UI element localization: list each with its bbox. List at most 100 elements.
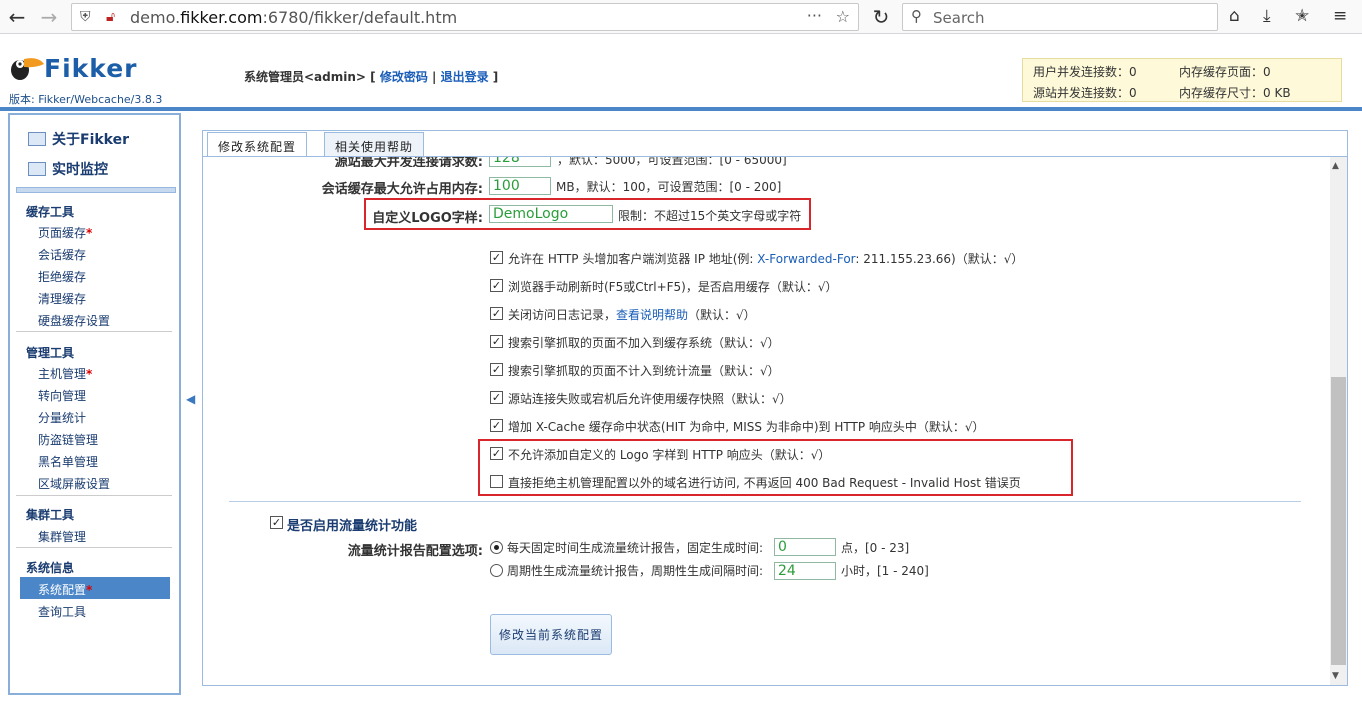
sidebar-item-host-mgmt[interactable]: 主机管理* — [38, 365, 92, 382]
sidebar-item-redirect[interactable]: 转向管理 — [38, 387, 86, 404]
origin-max-conn-hint: ，默认：5000，可设置范围：[0 - 65000] — [557, 157, 787, 167]
section-system-info: 系统信息 — [26, 561, 75, 575]
insecure-lock-icon[interactable]: 🔓︎ — [106, 9, 115, 25]
sidebar-item-region[interactable]: 区域屏蔽设置 — [38, 475, 110, 492]
sidebar: 关于Fikker 实时监控 缓存工具 页面缓存* 会话缓存 拒绝缓存 清理缓存 … — [8, 113, 181, 695]
home-icon[interactable]: ⌂ — [1229, 6, 1240, 26]
logo-text: Fikker — [44, 54, 138, 83]
checkbox-client-ip[interactable]: ✓ — [490, 251, 503, 264]
sidebar-separator — [16, 495, 172, 496]
session-mem-label: 会话缓存最大允许占用内存: — [321, 182, 483, 197]
sidebar-item-reject-cache[interactable]: 拒绝缓存 — [38, 268, 86, 285]
periodic-interval-hint: 小时，[1 - 240] — [841, 564, 929, 578]
traffic-stats-label: 是否启用流量统计功能 — [287, 519, 418, 534]
sidebar-item-label: 关于Fikker — [52, 132, 130, 148]
daily-hour-input[interactable]: 0 — [774, 538, 836, 556]
mem-pages-stat: 内存缓存页面：0 — [1179, 65, 1271, 79]
periodic-report-text: 周期性生成流量统计报告，周期性生成间隔时间: — [507, 564, 764, 578]
collapse-sidebar-icon[interactable]: ◀ — [186, 392, 195, 406]
sidebar-item-clear-cache[interactable]: 清理缓存 — [38, 290, 86, 307]
sidebar-item-monitor[interactable]: 实时监控 — [28, 159, 108, 179]
change-password-link[interactable]: 修改密码 — [380, 70, 428, 84]
scroll-down-icon[interactable]: ▼ — [1332, 671, 1339, 681]
logout-link[interactable]: 退出登录 — [441, 70, 489, 84]
section-admin-tools: 管理工具 — [26, 346, 75, 360]
checkbox-reject-unknown-host[interactable] — [490, 475, 503, 488]
admin-bar: 系统管理员<admin> [ 修改密码 | 退出登录 ] — [244, 68, 498, 85]
url-text: demo.fikker.com:6780/fikker/default.htm — [130, 8, 458, 27]
user-conn-stat: 用户并发连接数：0 — [1033, 65, 1137, 79]
check-label-spider-no-cache: 搜索引擎抓取的页面不加入到缓存系统（默认：√） — [508, 336, 780, 350]
sidebar-item-system-config[interactable]: 系统配置* — [38, 581, 92, 598]
library-icon[interactable]: ✭ — [1295, 6, 1309, 26]
check-label-disable-log: 关闭访问日志记录，查看说明帮助（默认：√） — [508, 308, 756, 322]
shield-icon[interactable]: ⛨ — [80, 9, 91, 25]
sidebar-item-blacklist[interactable]: 黑名单管理 — [38, 453, 98, 470]
bookmark-star-icon[interactable]: ☆ — [836, 7, 850, 26]
radio-daily-report[interactable] — [490, 541, 503, 554]
page-actions-icon[interactable]: ··· — [807, 6, 822, 25]
search-placeholder: Search — [933, 9, 985, 27]
checkbox-no-logo-header[interactable]: ✓ — [490, 447, 503, 460]
checkbox-spider-no-cache[interactable]: ✓ — [490, 335, 503, 348]
periodic-interval-input[interactable]: 24 — [774, 562, 836, 580]
admin-sep: | — [432, 70, 437, 84]
sidebar-item-stats[interactable]: 分量统计 — [38, 409, 86, 426]
sidebar-item-disk-cache[interactable]: 硬盘缓存设置 — [38, 312, 110, 329]
session-mem-input[interactable]: 100 — [489, 177, 551, 195]
download-icon[interactable]: ⤓ — [1263, 6, 1271, 26]
daily-report-text: 每天固定时间生成流量统计报告，固定生成时间: — [507, 541, 764, 555]
submit-config-button[interactable]: 修改当前系统配置 — [490, 614, 612, 655]
tab-help[interactable]: 相关使用帮助 — [324, 132, 425, 156]
scrollbar-thumb[interactable] — [1331, 377, 1346, 665]
custom-logo-input[interactable]: DemoLogo — [489, 205, 613, 223]
check-label-snapshot: 源站连接失败或宕机后允许使用缓存快照（默认：√） — [508, 392, 792, 406]
sidebar-item-about[interactable]: 关于Fikker — [28, 129, 129, 149]
tab-edit-config[interactable]: 修改系统配置 — [207, 132, 308, 156]
version-text: 版本: Fikker/Webcache/3.8.3 — [9, 93, 163, 106]
origin-conn-stat: 源站并发连接数：0 — [1033, 86, 1137, 100]
section-cache-tools: 缓存工具 — [26, 205, 75, 219]
mem-size-stat: 内存缓存尺寸：0 KB — [1179, 86, 1291, 100]
sidebar-item-query-tools[interactable]: 查询工具 — [38, 603, 86, 620]
origin-max-conn-input[interactable]: 128 — [489, 157, 551, 167]
sidebar-item-hotlink[interactable]: 防盗链管理 — [38, 431, 98, 448]
url-bar[interactable]: ⛨ 🔓︎ demo.fikker.com:6780/fikker/default… — [71, 3, 859, 31]
scroll-up-icon[interactable]: ▲ — [1332, 161, 1339, 171]
checkbox-refresh-cache[interactable]: ✓ — [490, 279, 503, 292]
checkbox-disable-log[interactable]: ✓ — [490, 307, 503, 320]
custom-logo-label: 自定义LOGO字样: — [372, 211, 483, 226]
menu-icon[interactable]: ≡ — [1333, 6, 1347, 26]
radio-periodic-report[interactable] — [490, 564, 503, 577]
sidebar-item-page-cache[interactable]: 页面缓存* — [38, 224, 92, 241]
checkbox-traffic-stats[interactable]: ✓ — [270, 516, 283, 529]
sidebar-separator — [16, 547, 172, 548]
monitor-icon — [28, 162, 46, 176]
sidebar-bar — [16, 187, 176, 193]
search-input[interactable]: ⚲ Search — [902, 3, 1218, 31]
checkbox-snapshot[interactable]: ✓ — [490, 391, 503, 404]
daily-hour-hint: 点，[0 - 23] — [841, 541, 910, 555]
stats-panel: 用户并发连接数：0 内存缓存页面：0 源站并发连接数：0 内存缓存尺寸：0 KB — [1022, 58, 1342, 102]
custom-logo-hint: 限制：不超过15个英文字母或字符 — [618, 209, 802, 223]
report-options-label: 流量统计报告配置选项: — [347, 544, 483, 559]
forward-button[interactable]: → — [36, 4, 62, 30]
admin-label: 系统管理员<admin> [ — [244, 70, 376, 84]
origin-max-conn-label: 源站最大并发连接请求数: — [334, 157, 483, 167]
xff-link[interactable]: X-Forwarded-For — [757, 252, 855, 266]
sidebar-item-session-cache[interactable]: 会话缓存 — [38, 246, 86, 263]
browser-toolbar: ← → ⛨ 🔓︎ demo.fikker.com:6780/fikker/def… — [0, 0, 1362, 34]
reload-button[interactable]: ↻ — [868, 4, 894, 30]
toucan-logo-icon — [11, 58, 44, 80]
admin-bracket: ] — [492, 70, 499, 84]
log-help-link[interactable]: 查看说明帮助 — [616, 308, 688, 322]
check-label-client-ip: 允许在 HTTP 头增加客户端浏览器 IP 地址(例: X-Forwarded-… — [508, 252, 1024, 266]
back-button[interactable]: ← — [4, 4, 30, 30]
check-label-spider-no-stats: 搜索引擎抓取的页面不计入到统计流量（默认：√） — [508, 364, 780, 378]
checkbox-spider-no-stats[interactable]: ✓ — [490, 363, 503, 376]
search-icon: ⚲ — [911, 7, 922, 25]
sidebar-item-cluster[interactable]: 集群管理 — [38, 528, 86, 545]
checkbox-xcache[interactable]: ✓ — [490, 419, 503, 432]
check-label-xcache: 增加 X-Cache 缓存命中状态(HIT 为命中, MISS 为非命中)到 H… — [508, 420, 985, 434]
header-divider — [0, 107, 1362, 111]
